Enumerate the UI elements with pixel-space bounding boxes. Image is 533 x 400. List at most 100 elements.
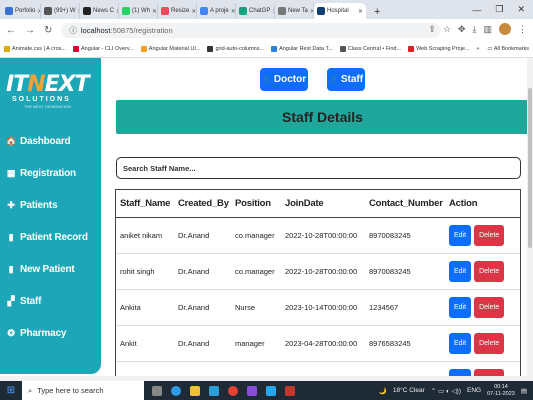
bookmarks-overflow[interactable]: » [476, 46, 479, 52]
cell-name: Ankita [116, 289, 174, 326]
app-icon[interactable] [285, 385, 295, 396]
browser-tab[interactable]: (99+) W✕ [41, 3, 80, 19]
tab-close-icon[interactable]: ✕ [231, 8, 235, 15]
browser-tab[interactable]: A proje ✕ [197, 3, 236, 19]
sidebar-item-pharmacy[interactable]: ❂ Pharmacy [6, 317, 98, 349]
edit-button[interactable]: Edit [449, 224, 472, 246]
column-header[interactable]: Action [445, 190, 520, 218]
tab-close-icon[interactable]: ✕ [358, 8, 363, 15]
column-header[interactable]: Contact_Number [365, 190, 445, 218]
restore-icon[interactable]: ❐ [495, 4, 503, 15]
cell-position: MD [231, 361, 281, 376]
weather-text[interactable]: 18°C Clear [393, 387, 425, 394]
cell-contact: 8970083245 [365, 253, 445, 290]
taskbar-search[interactable]: ⌕ Type here to search [22, 381, 144, 400]
chrome-icon[interactable] [228, 385, 238, 396]
sidebar-item-staff[interactable]: ▞ Staff [6, 285, 98, 317]
vscode-icon[interactable] [266, 385, 276, 396]
edit-button[interactable]: Edit [449, 332, 472, 354]
bookmark-item[interactable]: grid-auto-columns... [207, 46, 264, 52]
profile-avatar[interactable] [499, 23, 511, 35]
reload-icon[interactable]: ↻ [44, 25, 52, 36]
cell-join-date: 2023-10-14T00:00:00 [281, 289, 365, 326]
sidebar-item-label: Patients [20, 199, 58, 211]
bookmark-item[interactable]: Class Central • Find... [339, 46, 401, 52]
browser-tab[interactable]: New Ta✕ [275, 3, 314, 19]
tab-close-icon[interactable]: ✕ [152, 8, 157, 15]
url-field[interactable]: ⓘ localhost:50875/registration [61, 22, 442, 38]
close-window-icon[interactable]: ✕ [517, 4, 525, 15]
browser-tab[interactable]: Hospital ✕ [314, 3, 366, 19]
column-header[interactable]: Staff_Name [116, 190, 174, 218]
sidebar-item-registration[interactable]: ▦ Registration [6, 157, 98, 189]
vertical-scrollbar[interactable] [527, 58, 533, 376]
browser-tab[interactable]: Porfolio✕ [2, 3, 41, 19]
bookmark-favicon-icon [271, 46, 278, 52]
back-icon[interactable]: ← [6, 25, 16, 36]
delete-button[interactable]: Delete [474, 296, 505, 318]
minimize-icon[interactable]: — [472, 5, 481, 15]
cell-join-date: 2023-04-28T00:00:00 [281, 325, 365, 362]
bookmark-favicon-icon [207, 46, 214, 52]
extensions-icon[interactable]: ✥ [458, 24, 466, 35]
doctor-button[interactable]: 👤 Doctor [260, 68, 308, 91]
clock[interactable]: 00:14 07-11-2023 [487, 384, 515, 398]
bookmark-star-icon[interactable]: ☆ [443, 24, 451, 35]
bookmark-item[interactable]: Angular - CLI Overv... [73, 46, 134, 52]
edit-button[interactable]: Edit [449, 260, 472, 282]
edge-icon[interactable] [171, 385, 181, 396]
download-icon[interactable]: ⤓ [473, 24, 477, 35]
bookmark-item[interactable]: Animate.css | A cros... [4, 46, 66, 52]
new-tab-button[interactable]: + [374, 6, 380, 18]
sidepanel-icon[interactable]: ▥ [483, 24, 492, 35]
tab-label: A proje [210, 8, 229, 14]
bookmark-favicon-icon [73, 46, 80, 52]
bookmark-item[interactable]: Angular Material UI... [140, 46, 200, 52]
windows-start-icon[interactable]: ⊞ [0, 385, 22, 396]
task-view-icon[interactable] [152, 385, 162, 396]
column-header[interactable]: Position [231, 190, 281, 218]
edit-button[interactable]: Edit [449, 368, 472, 376]
telegram-icon[interactable] [209, 385, 219, 396]
edit-button[interactable]: Edit [449, 296, 472, 318]
site-info-icon[interactable]: ⓘ [69, 25, 77, 36]
column-header[interactable]: JoinDate [281, 190, 365, 218]
sidebar-item-patients[interactable]: ✚ Patients [6, 189, 98, 221]
bookmark-item[interactable]: Web Scraping Proje... [408, 46, 469, 52]
delete-button[interactable]: Delete [474, 368, 505, 376]
bookmarks-right: » ▭ All Bookmarks [472, 46, 529, 52]
share-icon[interactable]: ⇪ [428, 24, 436, 35]
all-bookmarks-link[interactable]: ▭ All Bookmarks [487, 46, 529, 52]
notification-icon[interactable]: ▤ [521, 387, 527, 395]
file-explorer-icon[interactable] [190, 385, 200, 396]
tab-close-icon[interactable]: ✕ [191, 8, 196, 15]
staff-button[interactable]: 👤 Staff [327, 68, 365, 91]
forward-icon[interactable]: → [25, 25, 35, 36]
delete-button[interactable]: Delete [474, 224, 505, 246]
scrollbar-thumb[interactable] [528, 88, 532, 248]
sidebar-item-new-patient[interactable]: ▮ New Patient [6, 253, 98, 285]
table-row: aniket nikam Dr.Anand co.manager 2022-10-28… [116, 217, 520, 254]
tab-favicon-icon [44, 7, 52, 15]
window-controls: — ❐ ✕ [472, 0, 533, 19]
language-indicator[interactable]: ENG [467, 387, 481, 394]
sidebar-item-patient-record[interactable]: ▮ Patient Record [6, 221, 98, 253]
bookmark-item[interactable]: Angular Rest Data T... [271, 46, 333, 52]
browser-tab[interactable]: News C✕ [80, 3, 119, 19]
column-header[interactable]: Created_By [174, 190, 231, 218]
sidebar-item-icon: ▦ [6, 167, 16, 178]
search-input[interactable]: Search Staff Name... [116, 157, 521, 179]
tray-icons[interactable]: ⌃ ▭ ◐ ◁)) [431, 387, 461, 395]
taskbar-apps [152, 385, 295, 396]
browser-tab[interactable]: ChatGP✕ [236, 3, 275, 19]
browser-tab[interactable]: (1) Wh ✕ [119, 3, 158, 19]
delete-button[interactable]: Delete [474, 260, 505, 282]
delete-button[interactable]: Delete [474, 332, 505, 354]
browser-tab[interactable]: Resize ✕ [158, 3, 197, 19]
sidebar-item-dashboard[interactable]: 🏠 Dashboard [6, 125, 98, 157]
cell-action: EditDelete [445, 361, 520, 376]
visual-studio-icon[interactable] [247, 385, 257, 396]
tab-favicon-icon [317, 7, 325, 15]
menu-icon[interactable]: ⋮ [518, 24, 527, 35]
tab-label: Resize [171, 8, 190, 14]
